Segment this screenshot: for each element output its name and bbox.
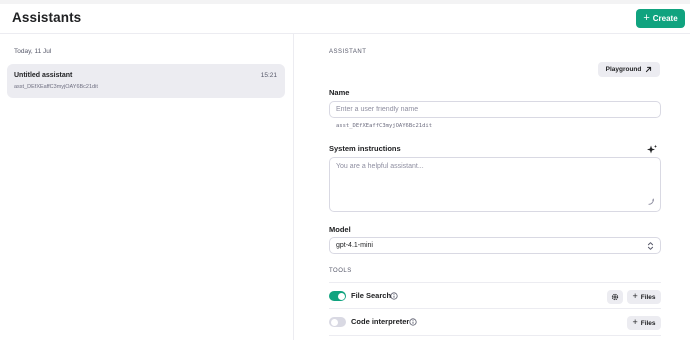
instructions-label: System instructions <box>329 144 401 153</box>
model-label: Model <box>329 225 351 234</box>
arrow-up-right-icon <box>646 66 652 73</box>
list-date-heading: Today, 11 Jul <box>14 48 52 55</box>
page-title: Assistants <box>12 10 82 25</box>
gear-icon <box>611 293 619 301</box>
code-interpreter-files-button[interactable]: + Files <box>627 316 661 330</box>
page-header: Assistants + Create <box>0 4 690 34</box>
plus-icon: + <box>643 11 650 24</box>
create-button-label: Create <box>652 14 678 23</box>
name-label: Name <box>329 88 350 97</box>
plus-icon: + <box>632 317 638 327</box>
instructions-textarea[interactable] <box>329 157 661 212</box>
code-interpreter-label: Code interpreter <box>351 317 410 326</box>
create-button[interactable]: + Create <box>636 9 685 28</box>
chevron-up-down-icon <box>647 242 654 250</box>
assistant-section-label: ASSISTANT <box>329 49 367 55</box>
sparkle-icon[interactable] <box>646 144 658 156</box>
model-selected-value: gpt-4.1-mini <box>336 242 373 249</box>
info-icon[interactable] <box>390 292 398 300</box>
file-search-label: File Search <box>351 291 392 300</box>
info-icon[interactable] <box>409 318 417 326</box>
assistant-item-name: Untitled assistant <box>14 72 73 79</box>
file-search-settings-button[interactable] <box>607 290 623 304</box>
code-interpreter-toggle[interactable] <box>329 317 346 327</box>
toggle-knob <box>330 318 338 326</box>
assistant-id-text: asst_DEfXEaffC3myjOAY6Bc21dit <box>336 123 433 129</box>
file-search-toggle[interactable] <box>329 291 346 301</box>
file-search-files-button[interactable]: + Files <box>627 290 661 304</box>
assistant-item-id: asst_DEfXEaffC3myjOAY6Bc21dit <box>14 84 98 90</box>
assistant-list-item[interactable]: Untitled assistant asst_DEfXEaffC3myjOAY… <box>7 64 285 98</box>
files-button-label: Files <box>640 293 656 301</box>
toggle-knob <box>337 292 345 300</box>
plus-icon: + <box>632 291 638 301</box>
resize-handle-icon[interactable] <box>647 198 655 206</box>
files-button-label: Files <box>640 319 656 327</box>
panel-divider <box>293 34 294 340</box>
name-input[interactable] <box>329 101 661 118</box>
playground-button-label: Playground <box>605 66 642 73</box>
tool-row-code-interpreter: Code interpreter + Files <box>329 309 661 336</box>
assistant-item-time: 15:21 <box>260 72 277 79</box>
tool-row-file-search: File Search + Files <box>329 282 661 309</box>
model-select[interactable]: gpt-4.1-mini <box>329 237 661 254</box>
playground-button[interactable]: Playground <box>598 62 660 77</box>
tools-section-label: TOOLS <box>329 268 352 274</box>
